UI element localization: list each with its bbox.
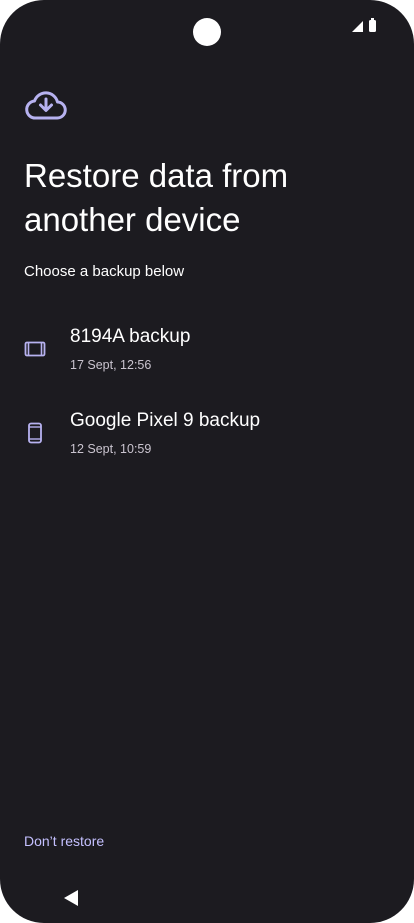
screen: Restore data from another device Choose … [0, 0, 414, 923]
signal-icon [352, 20, 363, 32]
page-title: Restore data from another device [24, 157, 289, 238]
backup-date: 12 Sept, 10:59 [70, 442, 152, 456]
backup-date: 17 Sept, 12:56 [70, 358, 152, 372]
status-bar-icons [352, 18, 376, 32]
backup-item-pixel-9[interactable]: Google Pixel 9 backup 12 Sept, 10:59 [0, 404, 414, 474]
cloud-download-icon [25, 91, 67, 120]
backup-name: 8194A backup [70, 326, 191, 347]
dont-restore-button[interactable]: Don’t restore [24, 833, 104, 849]
backup-item-8194a[interactable]: 8194A backup 17 Sept, 12:56 [0, 320, 414, 390]
backup-name: Google Pixel 9 backup [70, 410, 261, 431]
battery-icon [369, 18, 376, 32]
phone-icon [28, 422, 42, 444]
tablet-icon [24, 341, 46, 357]
back-icon[interactable] [64, 890, 78, 906]
page-subtitle: Choose a backup below [24, 263, 185, 280]
front-camera [193, 18, 221, 46]
